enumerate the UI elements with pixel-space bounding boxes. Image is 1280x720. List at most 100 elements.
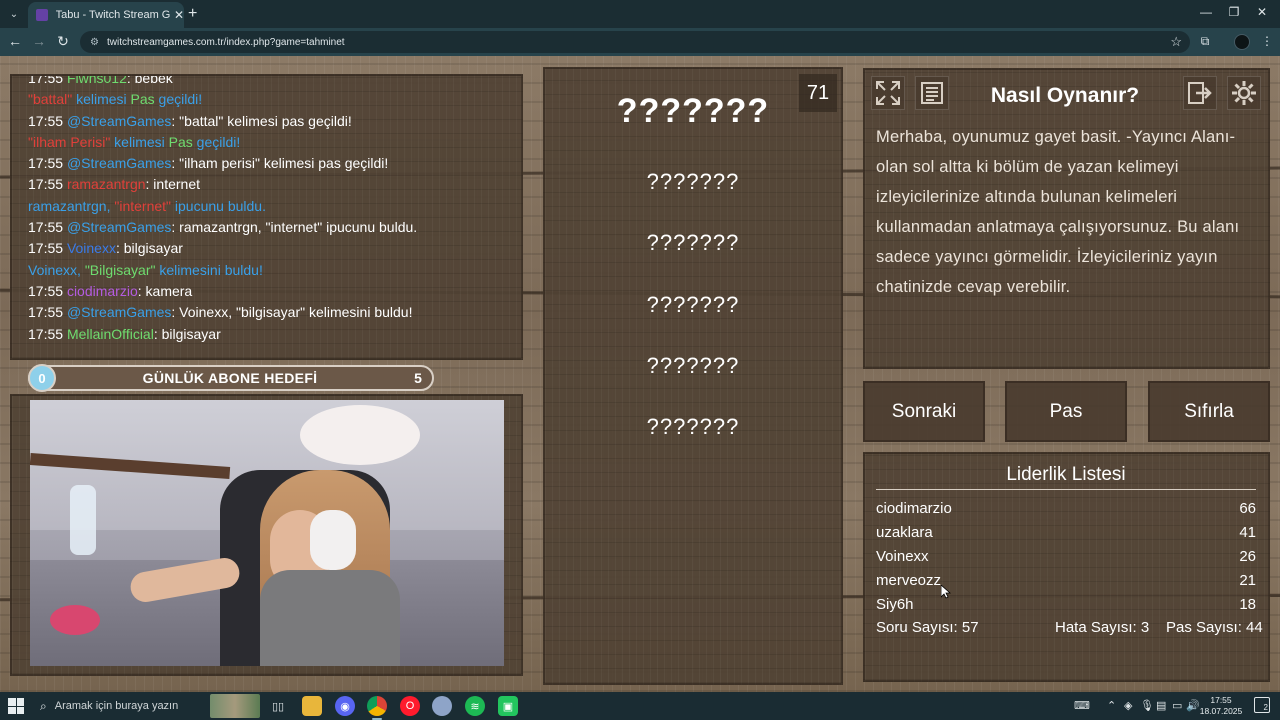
tab-close-icon[interactable]: ✕ (174, 8, 184, 22)
chat-text: kelimesi (110, 133, 169, 150)
network-icon[interactable]: ▭ (1172, 699, 1182, 712)
chat-message: "battal" kelimesi Pas geçildi! (28, 89, 518, 110)
hint-word: ??????? (646, 353, 740, 378)
chat-text: : kamera (137, 282, 193, 299)
chat-panel: 17:55 Flwns012: bebek "battal" kelimesi P… (10, 74, 523, 360)
leaderboard-row: ciodimarzio 66 (876, 500, 1256, 524)
tray-app-icon[interactable]: ▤ (1156, 699, 1166, 712)
menu-icon[interactable]: ⋮ (1258, 34, 1276, 48)
taskbar-clock[interactable]: 17:55 18.07.2025 (1196, 695, 1246, 717)
chat-text: Voinexx, (28, 261, 85, 278)
chat-text: geçildi! (192, 133, 241, 150)
hint-word: ??????? (646, 292, 740, 317)
file-explorer-icon[interactable] (302, 696, 322, 716)
chat-text: : bilgisayar (153, 325, 221, 342)
chat-text: "Bilgisayar" (84, 261, 156, 278)
tray-app-icon[interactable]: ◈ (1124, 699, 1132, 712)
hint-word: ??????? (646, 230, 740, 255)
taskbar-search[interactable]: ⌕ Aramak için buraya yazın (34, 694, 260, 718)
chat-timestamp: 17:55 (28, 325, 67, 342)
extensions-icon[interactable]: ⧉ (1196, 34, 1214, 49)
chat-timestamp: 17:55 (28, 155, 67, 172)
spotify-icon[interactable]: ≋ (465, 696, 485, 716)
player-name: ciodimarzio (876, 500, 952, 517)
chat-text: : "battal" kelimesi pas geçildi! (171, 112, 352, 129)
player-score: 66 (1239, 500, 1256, 517)
question-count: Soru Sayısı: 57 (876, 619, 979, 636)
browser-toolbar: ← → ↻ ⚙ twitchstreamgames.com.tr/index.p… (0, 28, 1280, 56)
settings-gear-icon[interactable] (1227, 76, 1261, 110)
chat-text: : internet (145, 176, 201, 193)
profile-avatar[interactable] (1234, 34, 1250, 50)
goal-title: GÜNLÜK ABONE HEDEFİ (142, 370, 318, 386)
chat-timestamp: 17:55 (28, 304, 67, 321)
reset-button[interactable]: Sıfırla (1148, 381, 1270, 442)
url-text: twitchstreamgames.com.tr/index.php?game=… (106, 36, 345, 48)
main-word: ??????? (616, 92, 770, 130)
webcam-video (30, 400, 504, 666)
chat-timestamp: 17:55 (28, 112, 67, 129)
chat-message: 17:55 MellainOfficial: bilgisayar (28, 324, 518, 345)
app-icon[interactable] (432, 696, 452, 716)
search-icon: ⌕ (40, 698, 47, 713)
pass-button[interactable]: Pas (1005, 381, 1127, 442)
exit-icon[interactable] (1183, 76, 1217, 110)
chat-text: : "ilham perisi" kelimesi pas geçildi! (171, 155, 389, 172)
leaderboard-row: uzaklara 41 (876, 524, 1256, 548)
tab-search-button[interactable]: ⌄ (4, 4, 24, 24)
site-favicon-icon (36, 9, 48, 21)
close-window-button[interactable]: ✕ (1252, 5, 1272, 19)
keyboard-icon[interactable]: ⌨ (1074, 699, 1090, 712)
leaderboard-row: merveozz 21 (876, 572, 1256, 596)
chat-messages: 17:55 Flwns012: bebek "battal" kelimesi P… (28, 76, 518, 345)
tray-overflow-icon[interactable]: ⌃ (1107, 699, 1116, 712)
player-name: uzaklara (876, 524, 933, 541)
subscriber-goal-bar: 0 GÜNLÜK ABONE HEDEFİ 5 (28, 364, 434, 392)
discord-icon[interactable]: ◉ (335, 696, 355, 716)
fullscreen-icon[interactable] (871, 76, 905, 110)
chat-text: kelimesini buldu! (155, 261, 263, 278)
headphones (310, 510, 356, 570)
mouse-cursor-icon (941, 585, 951, 599)
chat-timestamp: 17:55 (28, 240, 67, 257)
site-info-icon[interactable]: ⚙ (90, 37, 99, 48)
forward-button[interactable]: → (30, 33, 48, 49)
bookmark-star-icon[interactable]: ☆ (1170, 34, 1182, 50)
clock-time: 17:55 (1210, 695, 1232, 705)
goal-target-count: 5 (414, 370, 422, 386)
next-button[interactable]: Sonraki (863, 381, 985, 442)
chat-message: 17:55 @StreamGames: "ilham perisi" kelim… (28, 153, 518, 174)
chat-text: Pas (130, 91, 155, 108)
chat-message: 17:55 ciodimarzio: kamera (28, 281, 518, 302)
chat-timestamp: 17:55 (28, 219, 67, 236)
reload-button[interactable]: ↻ (54, 33, 72, 50)
back-button[interactable]: ← (6, 33, 24, 49)
microphone-icon[interactable]: 🎙 (1140, 699, 1154, 712)
restore-button[interactable]: ❐ (1224, 5, 1244, 19)
pink-mouse (50, 605, 100, 635)
chat-text: : bilgisayar (115, 240, 183, 257)
bunny-hat (300, 405, 420, 465)
task-view-icon[interactable]: ▯▯ (268, 696, 288, 716)
player-score: 26 (1239, 548, 1256, 565)
chrome-icon[interactable] (367, 696, 387, 720)
chat-text: "internet" (114, 197, 172, 214)
minimize-button[interactable]: — (1196, 5, 1216, 19)
notes-icon[interactable] (915, 76, 949, 110)
chat-text: "ilham Perisi" (28, 133, 111, 150)
new-tab-button[interactable]: + (188, 5, 197, 23)
chat-text: : Voinexx, "bilgisayar" kelimesini buldu… (171, 304, 413, 321)
chat-text: @StreamGames (66, 219, 172, 236)
player-name: Siy6h (876, 596, 914, 613)
opera-icon[interactable]: O (400, 696, 420, 716)
player-score: 41 (1239, 524, 1256, 541)
app-icon[interactable]: ▣ (498, 696, 518, 716)
chat-text: @StreamGames (66, 155, 172, 172)
address-bar[interactable]: ⚙ twitchstreamgames.com.tr/index.php?gam… (80, 31, 1190, 53)
chat-text: ciodimarzio (66, 282, 138, 299)
chat-text: ramazantrgn, (28, 197, 115, 214)
notification-center-icon[interactable]: 2 (1254, 697, 1270, 713)
windows-start-icon[interactable] (8, 698, 24, 714)
chat-text: MellainOfficial (66, 325, 154, 342)
browser-tab[interactable]: Tabu - Twitch Stream Games ✕ (28, 2, 184, 28)
